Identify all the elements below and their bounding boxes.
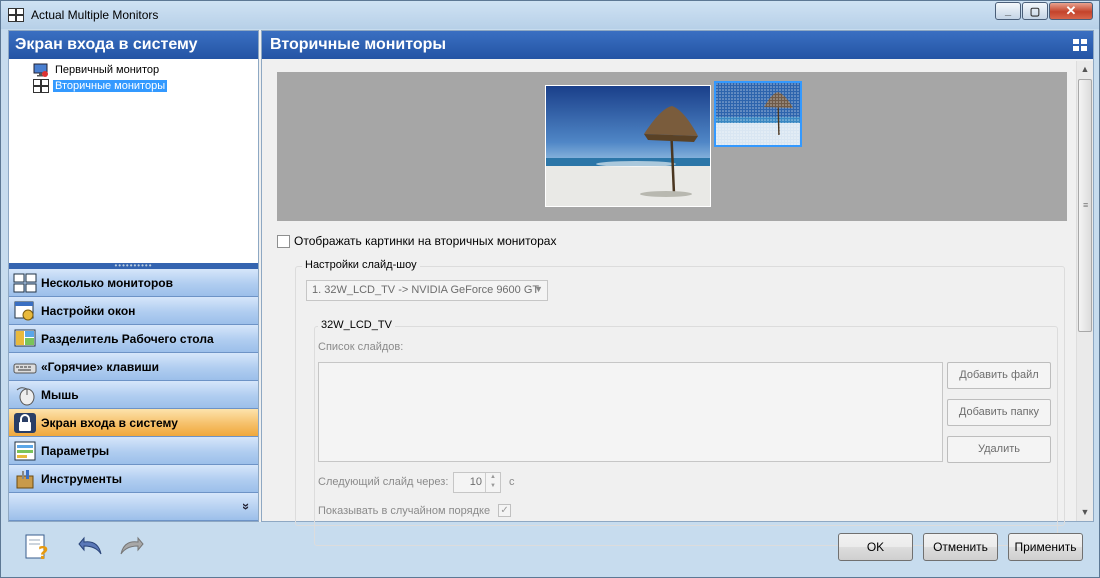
mouse-icon [16,386,35,405]
add-folder-button[interactable]: Добавить папку [947,399,1051,426]
nav-item-label: Настройки окон [41,303,136,318]
apply-button[interactable]: Применить [1008,533,1083,561]
keyboard-icon [13,363,37,373]
beach-umbrella-image [546,86,710,206]
content-panel: Вторичные мониторы Отображать картинки н… [261,30,1094,546]
show-pictures-label: Отображать картинки на вторичных монитор… [294,234,557,248]
nav-item-label: «Горячие» клавиши [41,359,159,374]
slideshow-group-title: Настройки слайд-шоу [302,259,420,271]
nav-item-label: Параметры [41,443,110,458]
client-area: Экран входа в систему Первичный монитор [8,30,1094,546]
tree-item-primary-monitor[interactable]: Первичный монитор [33,62,258,78]
primary-monitor-icon [33,63,48,77]
monitor-group-title: 32W_LCD_TV [318,319,395,331]
vertical-scrollbar[interactable]: ▲ ≡ ▼ [1076,61,1093,521]
nav-item-label: Разделитель Рабочего стола [41,331,214,346]
show-pictures-row[interactable]: Отображать картинки на вторичных монитор… [277,234,556,248]
close-button[interactable]: ✕ [1049,2,1093,20]
nav-item-window-settings[interactable]: Настройки окон [9,297,258,325]
left-panel: Экран входа в систему Первичный монитор [8,30,259,522]
help-icon[interactable]: ? [22,532,52,562]
scroll-up-icon[interactable]: ▲ [1077,61,1093,78]
content-title: Вторичные мониторы [270,36,447,53]
app-window: Actual Multiple Monitors _ ▢ ✕ Экран вхо… [0,0,1100,578]
add-file-button[interactable]: Добавить файл [947,362,1051,389]
nav-item-mouse[interactable]: Мышь [9,381,258,409]
parameters-icon [14,441,36,460]
nav-item-multiple-monitors[interactable]: Несколько мониторов [9,269,258,297]
window-settings-icon [14,301,34,320]
monitor-select-value: 1. 32W_LCD_TV -> NVIDIA GeForce 9600 GT [312,284,540,296]
nav-item-parameters[interactable]: Параметры [9,437,258,465]
random-order-label: Показывать в случайном порядке [318,504,491,517]
bottom-bar: ? OK Отменить Применить [8,522,1094,572]
secondary-monitors-icon [33,79,49,93]
show-pictures-checkbox[interactable] [277,234,290,248]
window-controls: _ ▢ ✕ [994,2,1093,20]
ok-button[interactable]: OK [838,533,913,561]
slideshow-settings-group: Настройки слайд-шоу 1. 32W_LCD_TV -> NVI… [295,259,1065,546]
settings-tree: Первичный монитор Вторичные мониторы [9,59,258,263]
content-header: Вторичные мониторы [262,31,1093,59]
svg-text:?: ? [38,543,48,562]
left-panel-title: Экран входа в систему [9,31,258,59]
tree-item-secondary-monitors[interactable]: Вторичные мониторы [33,78,258,94]
undo-icon[interactable] [76,532,106,562]
dropdown-arrow-icon: ▼ [534,284,543,294]
desktop-divider-icon [14,329,36,346]
primary-monitor-preview[interactable] [545,85,711,207]
multi-monitor-icon [13,273,37,292]
monitor-select[interactable]: 1. 32W_LCD_TV -> NVIDIA GeForce 9600 GT … [306,280,548,301]
next-slide-value: 10 [469,476,482,488]
tree-item-label: Вторичные мониторы [53,80,168,92]
nav-item-label: Экран входа в систему [41,415,178,430]
scroll-thumb[interactable]: ≡ [1078,79,1092,332]
tools-icon [16,469,34,488]
slide-list[interactable] [318,362,943,462]
chevron-double-down-icon[interactable]: » [239,499,254,514]
lock-icon [14,412,36,433]
redo-icon[interactable] [116,532,146,562]
app-icon [8,8,24,22]
maximize-button[interactable]: ▢ [1022,2,1048,20]
monitor-preview-area [277,72,1067,221]
next-slide-spinner[interactable]: 10 ▲ ▼ [453,472,501,493]
secondary-monitor-preview[interactable] [714,81,802,147]
scroll-down-icon[interactable]: ▼ [1077,504,1093,521]
next-slide-label: Следующий слайд через: [318,476,449,488]
title-bar[interactable]: Actual Multiple Monitors _ ▢ ✕ [1,1,1099,29]
nav-item-hotkeys[interactable]: «Горячие» клавиши [9,353,258,381]
spinner-arrows-icon[interactable]: ▲ ▼ [485,473,500,492]
tree-item-label: Первичный монитор [55,64,160,76]
slide-list-label: Список слайдов: [318,341,404,353]
beach-umbrella-thumbnail [716,83,800,145]
nav-item-label: Мышь [41,387,79,402]
collapse-icon[interactable] [1072,38,1088,52]
nav-item-label: Несколько мониторов [41,275,174,290]
delete-button[interactable]: Удалить [947,436,1051,463]
nav-item-label: Инструменты [41,471,123,486]
random-order-row[interactable]: Показывать в случайном порядке ✓ [318,504,515,517]
grip-icon: ≡ [1083,200,1089,210]
nav-item-logon-screen[interactable]: Экран входа в систему [9,409,258,437]
window-title: Actual Multiple Monitors [31,8,159,22]
next-slide-unit: с [509,476,515,488]
more-label: » [238,502,254,511]
random-order-checkbox[interactable]: ✓ [498,504,512,517]
monitor-settings-group: 32W_LCD_TV Список слайдов: Добавить файл… [314,319,1058,546]
nav-item-desktop-divider[interactable]: Разделитель Рабочего стола [9,325,258,353]
minimize-button[interactable]: _ [995,2,1021,20]
nav-more-bar[interactable]: » [9,493,258,521]
cancel-button[interactable]: Отменить [923,533,998,561]
nav-list: Несколько мониторов Настройки окон Разде… [9,269,258,521]
nav-item-tools[interactable]: Инструменты [9,465,258,493]
